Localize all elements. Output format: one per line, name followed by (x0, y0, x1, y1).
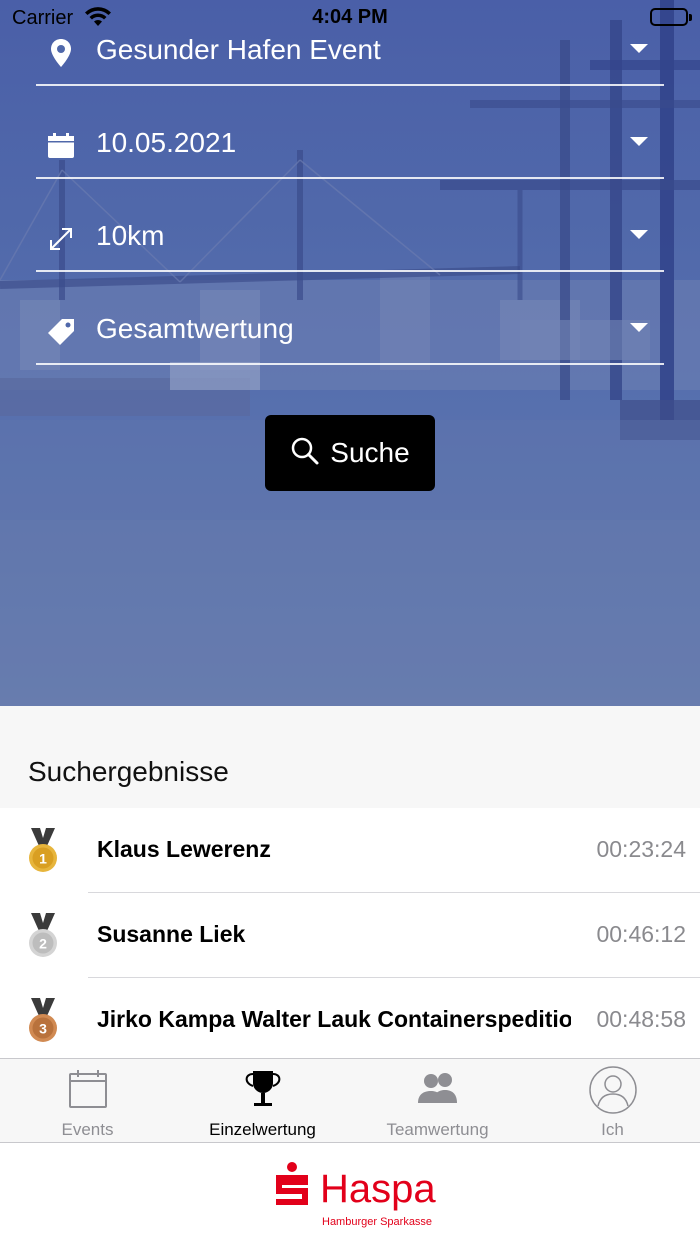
tab-teamwertung[interactable]: Teamwertung (350, 1059, 525, 1143)
tag-icon (44, 315, 78, 349)
results-list: 1 Klaus Lewerenz 00:23:24 2 Susanne Liek… (0, 808, 700, 1058)
chevron-down-icon (630, 323, 648, 332)
participant-name: Klaus Lewerenz (97, 836, 271, 862)
calendar-icon (0, 1069, 175, 1113)
tab-ich[interactable]: Ich (525, 1059, 700, 1143)
clock: 4:04 PM (312, 6, 388, 28)
result-row[interactable]: 2 Susanne Liek 00:46:12 (0, 893, 700, 978)
distance-value: 10km (96, 220, 165, 251)
result-time: 00:46:12 (596, 921, 686, 947)
participant-name: Jirko Kampa Walter Lauk Containerspediti… (97, 1006, 571, 1032)
calendar-icon (44, 129, 78, 163)
bronze-medal-icon: 3 (26, 998, 60, 1044)
brand-subtitle: Hamburger Sparkasse (322, 1216, 433, 1228)
date-select[interactable]: 10.05.2021 (36, 123, 664, 179)
result-row[interactable]: 3 Jirko Kampa Walter Lauk Containerspedi… (0, 978, 700, 1058)
tab-events[interactable]: Events (0, 1059, 175, 1143)
silver-medal-icon: 2 (26, 913, 60, 959)
event-value: Gesunder Hafen Event (96, 34, 381, 65)
svg-text:1: 1 (39, 851, 47, 867)
category-select[interactable]: Gesamtwertung (36, 309, 664, 365)
svg-text:3: 3 (39, 1021, 47, 1037)
tab-einzelwertung[interactable]: Einzelwertung (175, 1059, 350, 1143)
chevron-down-icon (630, 230, 648, 239)
participant-name: Susanne Liek (97, 921, 246, 947)
trophy-icon (175, 1069, 350, 1113)
sparkasse-logo-icon (276, 1162, 308, 1205)
profile-icon (525, 1066, 700, 1114)
gold-medal-icon: 1 (26, 828, 60, 874)
tab-label: Teamwertung (386, 1120, 489, 1139)
results-title: Suchergebnisse (28, 756, 229, 787)
date-value: 10.05.2021 (96, 127, 237, 158)
tab-label: Ich (601, 1120, 624, 1139)
result-row[interactable]: 1 Klaus Lewerenz 00:23:24 (0, 808, 700, 893)
distance-select[interactable]: 10km (36, 216, 664, 272)
tab-label: Einzelwertung (209, 1120, 316, 1139)
chevron-down-icon (630, 44, 648, 53)
chevron-down-icon (630, 137, 648, 146)
result-time: 00:23:24 (596, 836, 686, 862)
haspa-logo: Haspa Hamburger Sparkasse (272, 1153, 436, 1233)
search-icon (290, 436, 320, 471)
search-button[interactable]: Suche (265, 415, 435, 491)
result-time: 00:48:58 (596, 1006, 686, 1032)
svg-text:2: 2 (39, 936, 47, 952)
category-value: Gesamtwertung (96, 313, 294, 344)
results-header: Suchergebnisse (0, 706, 700, 808)
battery-icon (650, 8, 692, 26)
hero-background: Carrier 4:04 PM Gesunder Hafen Event 10.… (0, 0, 700, 706)
tab-bar: Events Einzelwertung Teamwertung Ich (0, 1058, 700, 1143)
brand-footer: Haspa Hamburger Sparkasse (0, 1143, 700, 1244)
brand-name: Haspa (320, 1167, 436, 1211)
tab-label: Events (61, 1120, 114, 1139)
team-icon (350, 1069, 525, 1113)
resize-arrows-icon (44, 222, 78, 256)
location-pin-icon (44, 36, 78, 70)
event-select[interactable]: Gesunder Hafen Event (36, 30, 664, 86)
search-button-label: Suche (330, 437, 410, 468)
